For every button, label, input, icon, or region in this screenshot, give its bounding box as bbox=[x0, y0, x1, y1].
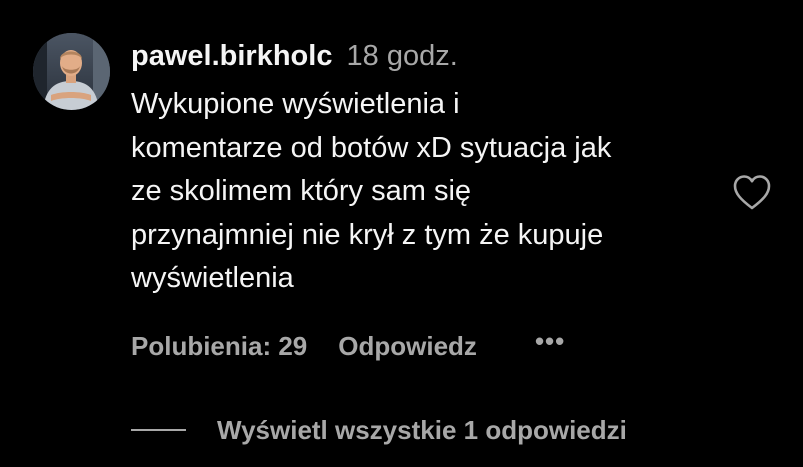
avatar[interactable] bbox=[33, 33, 110, 110]
reply-button[interactable]: Odpowiedz bbox=[338, 331, 477, 362]
comment-actions: Polubienia: 29 Odpowiedz ••• bbox=[131, 326, 565, 365]
timestamp[interactable]: 18 godz. bbox=[347, 40, 458, 72]
view-replies-label: Wyświetl wszystkie 1 odpowiedzi bbox=[217, 414, 627, 445]
comment-text: Wykupione wyświetlenia i komentarze od b… bbox=[131, 88, 612, 294]
username-link[interactable]: pawel.birkholc bbox=[131, 40, 332, 72]
likes-count-button[interactable]: Polubienia: 29 bbox=[131, 331, 307, 362]
heart-outline-icon[interactable] bbox=[732, 173, 772, 211]
replies-divider-line bbox=[131, 429, 186, 431]
view-replies-button[interactable]: Wyświetl wszystkie 1 odpowiedzi bbox=[131, 411, 627, 449]
more-options-icon[interactable]: ••• bbox=[535, 326, 565, 357]
comment-header: pawel.birkholc 18 godz. bbox=[131, 37, 458, 75]
user-avatar-icon bbox=[33, 33, 110, 110]
